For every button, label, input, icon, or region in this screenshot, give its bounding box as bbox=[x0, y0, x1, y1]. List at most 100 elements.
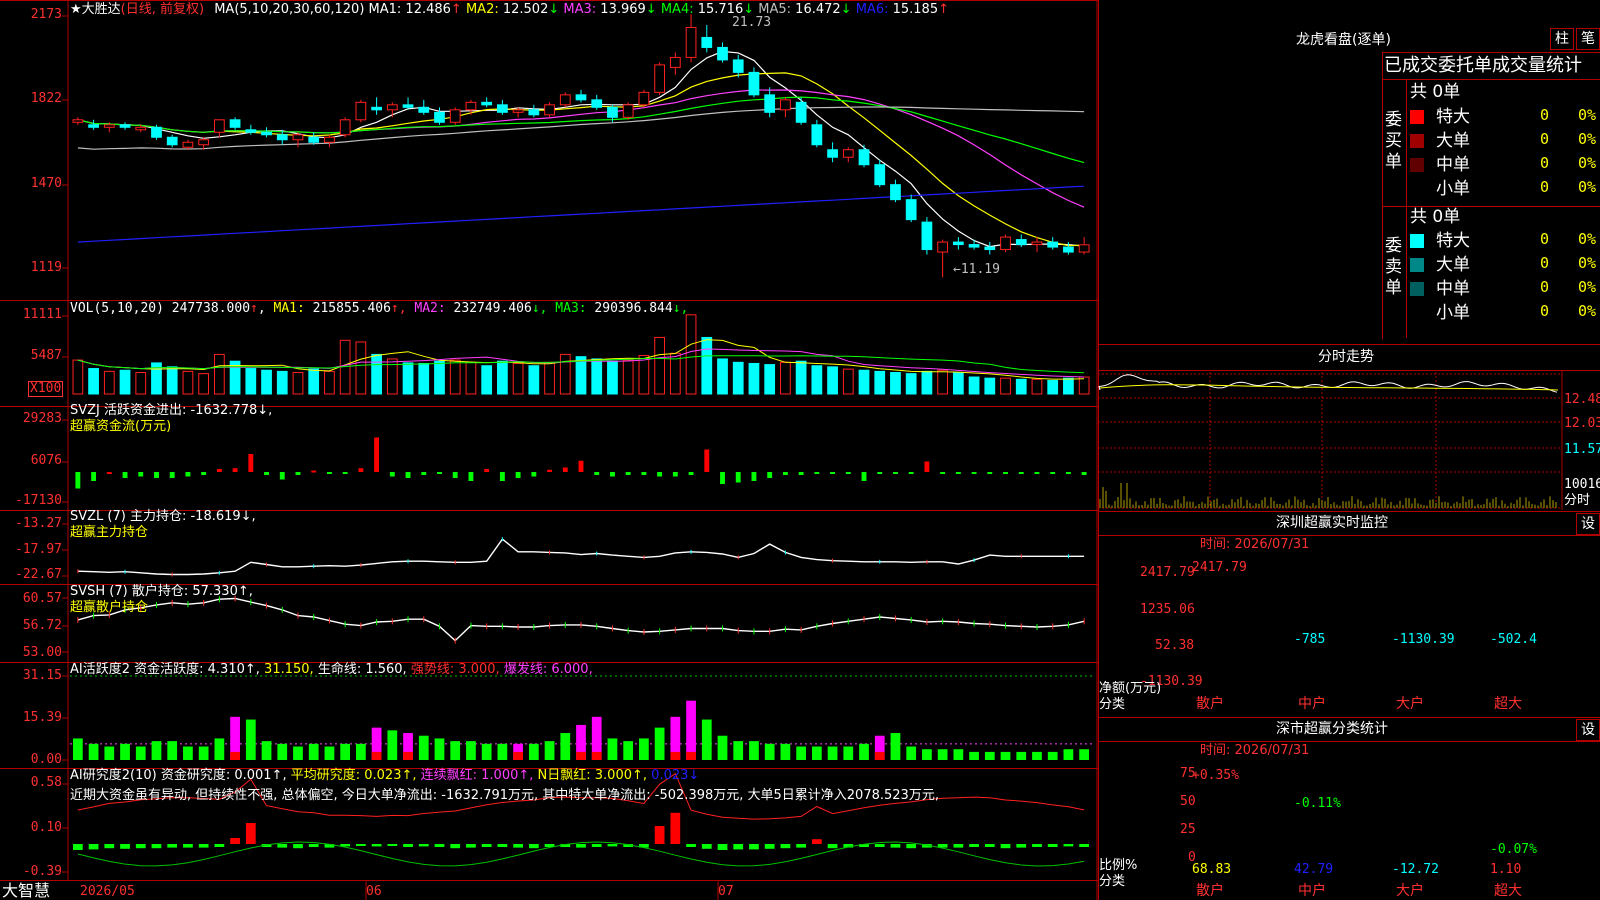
monitor-axis-3: 52.38 bbox=[1155, 638, 1195, 653]
svzj-bar-41 bbox=[720, 472, 725, 484]
chart-mode[interactable]: (日线, 前复权) bbox=[121, 2, 204, 17]
svzj-bar-64 bbox=[1081, 472, 1087, 475]
candle-body-44 bbox=[764, 94, 776, 113]
monitor-time: 时间: 2026/07/31 bbox=[1200, 537, 1310, 552]
active-bar-1 bbox=[88, 743, 99, 760]
research-bar-47 bbox=[811, 839, 822, 844]
candle-body-28 bbox=[512, 109, 524, 113]
candle-body-39 bbox=[685, 26, 697, 58]
volume-bar-50 bbox=[858, 369, 870, 395]
volume-bar-27 bbox=[497, 360, 508, 395]
volume-bar-13 bbox=[276, 370, 288, 395]
classify-ylabel-2: 分类 bbox=[1099, 874, 1126, 889]
candle-body-42 bbox=[732, 59, 744, 73]
research-bar-23 bbox=[434, 844, 445, 847]
candle-body-46 bbox=[795, 101, 807, 123]
svzj-bar-46 bbox=[798, 472, 804, 475]
high-price-label: 21.73 bbox=[732, 15, 772, 30]
monitor-ylabel-2: 分类 bbox=[1099, 697, 1126, 712]
classify-cat-0: 散户 bbox=[1196, 883, 1224, 899]
low-price-label: ←11.19 bbox=[953, 262, 1000, 277]
svzj-sub: 超赢资金流(万元) bbox=[70, 419, 172, 434]
volume-bar-40 bbox=[701, 336, 713, 395]
research-bar-41 bbox=[717, 844, 728, 850]
active-bar-40 bbox=[701, 719, 712, 760]
research-bar-5 bbox=[151, 844, 162, 849]
active-bar-54 bbox=[922, 749, 932, 760]
classify-bottom-1: 42.79 bbox=[1294, 862, 1334, 877]
svzj-bar-15 bbox=[311, 470, 317, 473]
volume-bar-22 bbox=[418, 362, 430, 395]
main-chart-svg bbox=[0, 0, 1098, 900]
volume-bar-44 bbox=[764, 364, 776, 395]
minute-price-line bbox=[1098, 374, 1558, 393]
research-bar-29 bbox=[528, 844, 539, 849]
research-bar-32 bbox=[576, 844, 586, 848]
active-bar-24 bbox=[450, 741, 461, 760]
research-bar-34 bbox=[607, 844, 618, 847]
monitor-value-3: -502.4 bbox=[1490, 632, 1537, 647]
ai-active-l4: 强势线: 3.000, bbox=[410, 662, 500, 677]
volume-bar-54 bbox=[921, 370, 933, 395]
svzj-bar-49 bbox=[845, 472, 851, 474]
vol-ma-value-1: 215855.406 bbox=[304, 301, 391, 316]
svzj-bar-56 bbox=[955, 472, 961, 474]
active-bar-18 bbox=[356, 743, 366, 760]
svzj-bar-11 bbox=[248, 454, 254, 472]
classify-settings-button[interactable]: 设 bbox=[1576, 719, 1600, 741]
ma-values: MA1: 12.486↑ MA2: 12.502↓ MA3: 13.969↓ M… bbox=[369, 2, 949, 17]
volume-bar-61 bbox=[1031, 378, 1043, 395]
volume-bar-53 bbox=[905, 373, 917, 395]
ma-value-2: 12.502 bbox=[498, 2, 549, 17]
candle-body-15 bbox=[308, 136, 320, 143]
vol-ma-label-1: MA1: bbox=[273, 301, 305, 316]
svzj-bar-33 bbox=[594, 472, 600, 475]
svzj-bar-60 bbox=[1018, 472, 1024, 474]
candle-body-52 bbox=[890, 184, 901, 201]
stock-name[interactable]: ★大胜达 bbox=[70, 2, 121, 17]
classify-axis-25: 25 bbox=[1180, 822, 1196, 837]
svsh-line bbox=[77, 597, 1085, 642]
research-bar-56 bbox=[953, 844, 964, 848]
research-bar-27 bbox=[497, 844, 508, 847]
svzj-bar-22 bbox=[421, 472, 427, 475]
price-legend: ★大胜达(日线, 前复权) MA(5,10,20,30,60,120) MA1:… bbox=[70, 2, 949, 17]
candle-body-1 bbox=[88, 124, 99, 128]
vol-ma-arrow-2: ↓, bbox=[531, 301, 548, 316]
active-bar-13 bbox=[277, 743, 288, 760]
ma-legend: MA(5,10,20,30,60,120) bbox=[214, 2, 365, 17]
active-bar-34 bbox=[607, 738, 618, 760]
candle-body-33 bbox=[591, 99, 603, 108]
research-bar-10 bbox=[230, 838, 240, 844]
volume-bar-12 bbox=[261, 369, 272, 395]
candle-body-27 bbox=[497, 104, 508, 113]
vol-ma-value-3: 290396.844 bbox=[586, 301, 673, 316]
minute-axis-1: 12.48 bbox=[1564, 392, 1600, 407]
active-bar-64 bbox=[1079, 749, 1090, 760]
ai-active-l5: 爆发线: 6.000, bbox=[503, 662, 593, 677]
ma-arrow-6: ↑ bbox=[938, 2, 950, 17]
svzj-bar-59 bbox=[1003, 472, 1008, 474]
research-bar-43 bbox=[749, 844, 759, 850]
candle-body-24 bbox=[449, 109, 461, 123]
candle-body-34 bbox=[607, 106, 618, 118]
volume-bar-11 bbox=[245, 368, 257, 395]
candle-body-62 bbox=[1047, 241, 1059, 248]
active-bar-15 bbox=[308, 743, 319, 760]
candle-body-2 bbox=[103, 124, 115, 128]
monitor-settings-button[interactable]: 设 bbox=[1576, 513, 1600, 535]
ai-research-axis-mid: 0.10 bbox=[30, 820, 62, 835]
candle-body-26 bbox=[481, 101, 493, 106]
active-bar-52 bbox=[890, 733, 901, 760]
ai-research-l3: 连续飘红: 1.000↑, bbox=[420, 768, 534, 783]
research-bar-22 bbox=[418, 844, 429, 847]
active-bar-53 bbox=[906, 746, 917, 760]
main-chart-area[interactable]: ★大胜达(日线, 前复权) MA(5,10,20,30,60,120) MA1:… bbox=[0, 0, 1098, 900]
svzj-bar-48 bbox=[830, 472, 836, 474]
candle-body-47 bbox=[811, 124, 823, 146]
active-bar-31 bbox=[560, 733, 571, 760]
candle-body-17 bbox=[339, 119, 351, 136]
ai-active-axis-mid: 15.39 bbox=[22, 710, 62, 725]
research-bar-6 bbox=[167, 844, 178, 848]
vol-axis-top: 11111 bbox=[22, 307, 62, 322]
